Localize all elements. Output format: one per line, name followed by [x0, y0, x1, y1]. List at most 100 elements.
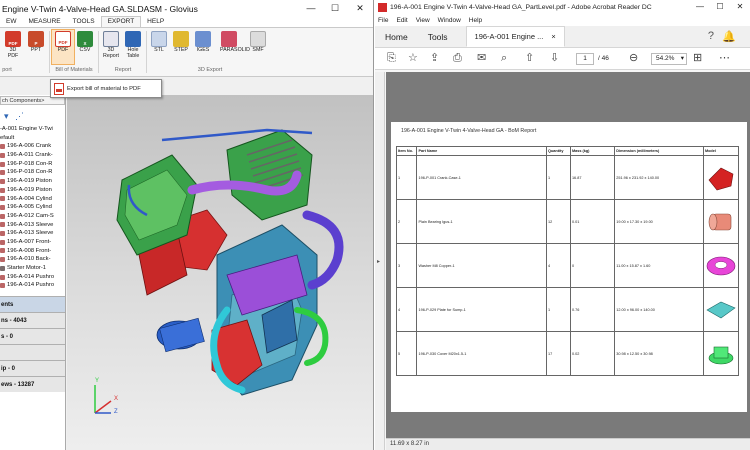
tree-item[interactable]: efault [0, 134, 65, 143]
menu-window[interactable]: Window [438, 17, 461, 24]
tree-item[interactable]: 196-A-019 Piston [0, 186, 65, 195]
glovius-menu-bar: EW MEASURE TOOLS EXPORT HELP [0, 16, 373, 28]
print-icon[interactable]: ⎙ [453, 52, 462, 65]
panel-reviews[interactable]: ews - 13287 [0, 376, 65, 393]
left-nav-collapse[interactable]: ▸ [375, 72, 385, 450]
part-icon [0, 274, 5, 280]
tree-item[interactable]: 196-A-007 Front- [0, 238, 65, 247]
menu-file[interactable]: File [378, 17, 388, 24]
group-report-label: Report [114, 67, 132, 73]
minimize-button[interactable]: — [299, 0, 323, 17]
menu-help[interactable]: Help [469, 17, 482, 24]
page-up-icon[interactable]: ⇧ [525, 52, 534, 65]
group-bom-label: Bill of Materials [55, 67, 93, 73]
export-hole-table-button[interactable]: Hole Table [124, 31, 142, 59]
zoom-level-select[interactable]: 54.2% ▾ [651, 53, 687, 65]
part-icon [0, 222, 5, 228]
export-step-button[interactable]: STEP [172, 31, 190, 53]
tree-item[interactable]: 196-A-011 Crank- [0, 151, 65, 160]
part-icon [0, 170, 5, 176]
fit-page-icon[interactable]: ⊞ [693, 52, 702, 65]
tree-item[interactable]: 196-A-005 Cylind [0, 203, 65, 212]
email-icon[interactable]: ✉ [477, 52, 486, 65]
menu-measure[interactable]: MEASURE [22, 17, 66, 27]
tree-item[interactable]: -A-001 Engine V-Twi [0, 125, 65, 134]
acrobat-title: 196-A-001 Engine V-Twin 4-Valve-Head GA_… [390, 3, 652, 11]
export-3d-report-button[interactable]: 3D Report [102, 31, 120, 59]
ppt-icon: P [28, 31, 44, 47]
glovius-title-bar: Engine V-Twin 4-Valve-Head GA.SLDASM - G… [0, 0, 373, 17]
tree-item[interactable]: 196-A-014 Pushro [0, 281, 65, 290]
tree-item[interactable]: 196-A-008 Front- [0, 247, 65, 256]
menu-export[interactable]: EXPORT [100, 16, 142, 27]
panel-group[interactable]: ip - 0 [0, 360, 65, 377]
model-thumbnail [702, 199, 740, 244]
tree-item[interactable]: 196-A-010 Back- [0, 255, 65, 264]
table-row: 1 196-P-001 Crank-Case-1 1 16.87 251.96 … [395, 155, 740, 200]
tree-item[interactable]: 196-A-014 Pushro [0, 273, 65, 282]
3d-viewport[interactable]: Y X Z [67, 95, 373, 450]
close-button[interactable]: ✕ [730, 0, 750, 14]
tree-item[interactable]: 196-P-018 Con-R [0, 160, 65, 169]
tree-filter-icon[interactable]: ⋰ [15, 111, 24, 122]
tree-item[interactable]: 196-A-013 Sleeve [0, 229, 65, 238]
menu-edit[interactable]: Edit [396, 17, 407, 24]
panel-empty[interactable] [0, 344, 65, 361]
export-stl-button[interactable]: STL [150, 31, 168, 53]
export-smf-button[interactable]: SMF [249, 31, 267, 53]
more-tools-icon[interactable]: ⋯ [719, 52, 730, 65]
notification-icon[interactable]: 🔔 [722, 30, 736, 43]
tree-item[interactable]: 196-P-018 Con-R [0, 168, 65, 177]
close-button[interactable]: ✕ [347, 0, 373, 17]
tree-collapse-icon[interactable]: ▾ [4, 111, 9, 122]
menu-tools[interactable]: TOOLS [67, 17, 101, 27]
zoom-search-icon[interactable]: ⌕ [501, 52, 507, 65]
menu-view[interactable]: EW [0, 17, 22, 27]
export-bom-pdf-button[interactable]: PDF PDF [54, 31, 72, 53]
washer-model [706, 256, 736, 276]
tree-item[interactable]: 196-A-012 Cam-S [0, 212, 65, 221]
page-number-input[interactable]: 1 [576, 53, 594, 65]
tab-home[interactable]: Home [375, 27, 418, 47]
part-icon [0, 248, 5, 254]
bearing-model [708, 213, 732, 231]
table-row: 4 196-P-029 Plate for Sump-1 1 0.76 12.0… [395, 287, 740, 332]
expand-arrow-icon[interactable]: ▸ [377, 258, 380, 265]
table-row: 5 196-P-030 Cover M20x1.5-1 17 0.02 30.9… [395, 331, 740, 376]
tree-item[interactable]: 196-A-019 Piston [0, 177, 65, 186]
component-tree: -A-001 Engine V-Twi efault 196-A-006 Cra… [0, 125, 65, 290]
maximize-button[interactable]: ☐ [710, 0, 730, 14]
tree-item[interactable]: 196-A-013 Sleeve [0, 221, 65, 230]
axis-z-label: Z [114, 409, 118, 415]
tab-document[interactable]: 196-A-001 Engine ... × [465, 26, 565, 47]
tree-item[interactable]: Starter Motor-1 [0, 264, 65, 273]
cover-model [708, 346, 734, 365]
tree-item[interactable]: 196-A-006 Crank [0, 142, 65, 151]
export-ppt-button[interactable]: P PPT [27, 31, 45, 53]
close-tab-icon[interactable]: × [551, 32, 555, 41]
menu-help[interactable]: HELP [141, 17, 170, 27]
part-icon [0, 196, 5, 202]
panel-views[interactable]: s - 0 [0, 328, 65, 345]
tree-item[interactable]: 196-A-004 Cylind [0, 195, 65, 204]
export-csv-button[interactable]: X CSV [76, 31, 94, 53]
table-row: 3 Washer M8 Copper-1 4 0 11.00 x 15.87 x… [395, 243, 740, 288]
export-iges-button[interactable]: IGES [194, 31, 212, 53]
bookmark-star-icon[interactable]: ☆ [408, 52, 418, 65]
zoom-out-icon[interactable]: ⊖ [629, 52, 638, 65]
table-header-row: Item No. Part Name Quantity Mass (kg) Di… [395, 146, 740, 156]
pdf-document-area[interactable]: 196-A-001 Engine V-Twin 4-Valve-Head GA … [386, 72, 750, 438]
page-down-icon[interactable]: ⇩ [550, 52, 559, 65]
export-3d-pdf-button[interactable]: PDF 3D PDF [4, 31, 22, 59]
upload-icon[interactable]: ⇪ [430, 52, 439, 65]
panel-annotations[interactable]: ns - 4043 [0, 312, 65, 329]
export-parasolid-button[interactable]: PARASOLID [220, 31, 250, 53]
create-pdf-icon[interactable]: ⎘ [387, 52, 396, 65]
minimize-button[interactable]: — [690, 0, 710, 14]
tab-tools[interactable]: Tools [418, 27, 458, 47]
maximize-button[interactable]: ☐ [323, 0, 347, 17]
page-size-status: 11.69 x 8.27 in [386, 438, 750, 450]
help-icon[interactable]: ? [708, 30, 714, 42]
menu-view[interactable]: View [416, 17, 430, 24]
panel-components[interactable]: ents [0, 296, 65, 313]
